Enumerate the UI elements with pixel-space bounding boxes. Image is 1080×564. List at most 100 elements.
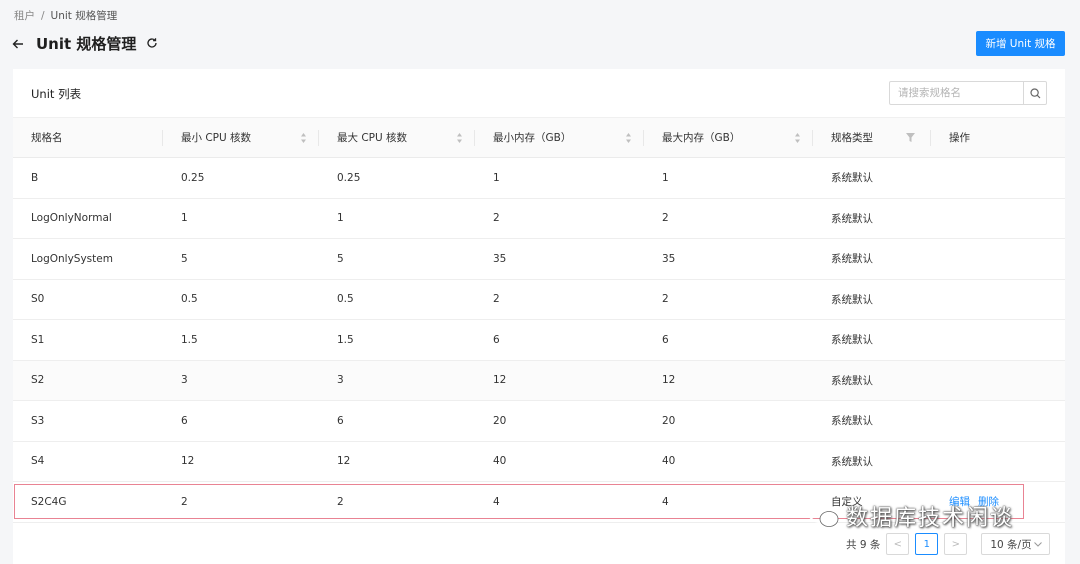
- search-input[interactable]: [890, 82, 1023, 104]
- page-size-label: 10 条/页: [990, 538, 1032, 551]
- unit-table: 规格名 最小 CPU 核数 最大 CPU 核数 最小内存（GB） 最大内存（GB…: [13, 117, 1065, 523]
- table-cell: 0.25: [181, 171, 205, 184]
- table-cell: 2: [662, 212, 669, 225]
- card-title: Unit 列表: [31, 87, 82, 101]
- table-row: S2 3 3 12 12 系统默认: [13, 360, 1065, 401]
- table-cell: S1: [31, 333, 45, 346]
- column-header[interactable]: 规格类型: [813, 117, 931, 158]
- sort-icon[interactable]: [300, 132, 307, 144]
- table-cell: 35: [662, 252, 676, 265]
- next-page-button[interactable]: >: [944, 533, 968, 555]
- actions-cell: [931, 401, 1065, 442]
- page-header: Unit 规格管理: [12, 33, 160, 54]
- table-cell: S2: [31, 374, 45, 387]
- table-cell: 20: [662, 414, 676, 427]
- column-header[interactable]: 最小内存（GB）: [475, 117, 644, 158]
- table-cell: S4: [31, 455, 45, 468]
- table-cell: 6: [493, 333, 500, 346]
- actions-cell: [931, 279, 1065, 320]
- filter-icon[interactable]: [906, 133, 915, 142]
- table-cell: 系统默认: [831, 334, 873, 347]
- table-cell: 1: [662, 171, 669, 184]
- page-1-button[interactable]: 1: [915, 533, 939, 555]
- watermark-text: 数据库技术闲谈: [846, 506, 1015, 531]
- table-row: LogOnlySystem 5 5 35 35 系统默认: [13, 239, 1065, 280]
- table-cell: 1: [181, 212, 188, 225]
- column-header: 规格名: [13, 117, 163, 158]
- table-cell: 系统默认: [831, 415, 873, 428]
- sort-icon[interactable]: [794, 132, 801, 144]
- table-cell: 4: [493, 495, 500, 508]
- column-header: 操作: [931, 117, 1065, 158]
- table-row: S1 1.5 1.5 6 6 系统默认: [13, 320, 1065, 361]
- column-header[interactable]: 最大内存（GB）: [644, 117, 813, 158]
- table-cell: S2C4G: [31, 495, 67, 508]
- table-row: S0 0.5 0.5 2 2 系统默认: [13, 279, 1065, 320]
- table-cell: 12: [337, 455, 351, 468]
- table-cell: 12: [493, 374, 507, 387]
- table-cell: 0.5: [181, 293, 198, 306]
- table-row: LogOnlyNormal 1 1 2 2 系统默认: [13, 198, 1065, 239]
- table-cell: 2: [181, 495, 188, 508]
- table-header-row: 规格名 最小 CPU 核数 最大 CPU 核数 最小内存（GB） 最大内存（GB…: [13, 117, 1065, 158]
- table-cell: 系统默认: [831, 455, 873, 468]
- table-row: B 0.25 0.25 1 1 系统默认: [13, 158, 1065, 198]
- table-cell: 系统默认: [831, 212, 873, 225]
- sort-icon[interactable]: [625, 132, 632, 144]
- table-cell: 1.5: [337, 333, 354, 346]
- table-cell: 4: [662, 495, 669, 508]
- new-unit-spec-button[interactable]: 新增 Unit 规格: [976, 31, 1065, 56]
- page-size-select[interactable]: 10 条/页: [981, 533, 1051, 555]
- actions-cell: [931, 360, 1065, 401]
- table-cell: 5: [337, 252, 344, 265]
- table-cell: 6: [337, 414, 344, 427]
- table-cell: 35: [493, 252, 507, 265]
- sort-icon[interactable]: [456, 132, 463, 144]
- table-cell: 2: [337, 495, 344, 508]
- search-icon[interactable]: [1023, 82, 1046, 104]
- table-cell: 1: [493, 171, 500, 184]
- search-box: [889, 81, 1047, 105]
- breadcrumb-parent[interactable]: 租户: [14, 8, 35, 23]
- table-cell: S3: [31, 414, 45, 427]
- table-cell: 40: [493, 455, 507, 468]
- table-cell: 12: [662, 374, 676, 387]
- prev-page-button[interactable]: <: [886, 533, 910, 555]
- table-cell: 2: [493, 212, 500, 225]
- table-cell: 6: [662, 333, 669, 346]
- table-row: S3 6 6 20 20 系统默认: [13, 401, 1065, 442]
- table-cell: 40: [662, 455, 676, 468]
- actions-cell: [931, 441, 1065, 482]
- wechat-icon: [808, 503, 839, 527]
- table-cell: 系统默认: [831, 293, 873, 306]
- back-arrow-icon[interactable]: [12, 38, 26, 50]
- table-cell: 2: [662, 293, 669, 306]
- table-cell: 系统默认: [831, 172, 873, 185]
- table-cell: 3: [337, 374, 344, 387]
- table-cell: 6: [181, 414, 188, 427]
- table-cell: 1: [337, 212, 344, 225]
- table-cell: 12: [181, 455, 195, 468]
- table-cell: 20: [493, 414, 507, 427]
- chevron-down-icon: [1034, 541, 1043, 547]
- table-cell: 系统默认: [831, 374, 873, 387]
- table-cell: S0: [31, 293, 45, 306]
- table-cell: 系统默认: [831, 253, 873, 266]
- breadcrumb-current: Unit 规格管理: [50, 10, 118, 22]
- column-header[interactable]: 最大 CPU 核数: [319, 117, 475, 158]
- table-cell: 0.25: [337, 171, 361, 184]
- actions-cell: [931, 320, 1065, 361]
- column-header[interactable]: 最小 CPU 核数: [163, 117, 319, 158]
- pagination: 共 9 条 < 1 > 10 条/页: [846, 533, 1051, 555]
- refresh-icon[interactable]: [146, 37, 160, 51]
- breadcrumb: 租户 / Unit 规格管理: [14, 8, 117, 23]
- actions-cell: [931, 198, 1065, 239]
- actions-cell: [931, 239, 1065, 280]
- table-cell: 5: [181, 252, 188, 265]
- table-cell: 1.5: [181, 333, 198, 346]
- table-cell: LogOnlySystem: [31, 252, 113, 265]
- unit-list-card: Unit 列表 规格名 最小 CPU 核数 最大 CPU 核数 最小内存（GB）…: [13, 69, 1065, 564]
- table-cell: 0.5: [337, 293, 354, 306]
- page-title: Unit 规格管理: [36, 35, 137, 53]
- breadcrumb-separator: /: [41, 9, 45, 22]
